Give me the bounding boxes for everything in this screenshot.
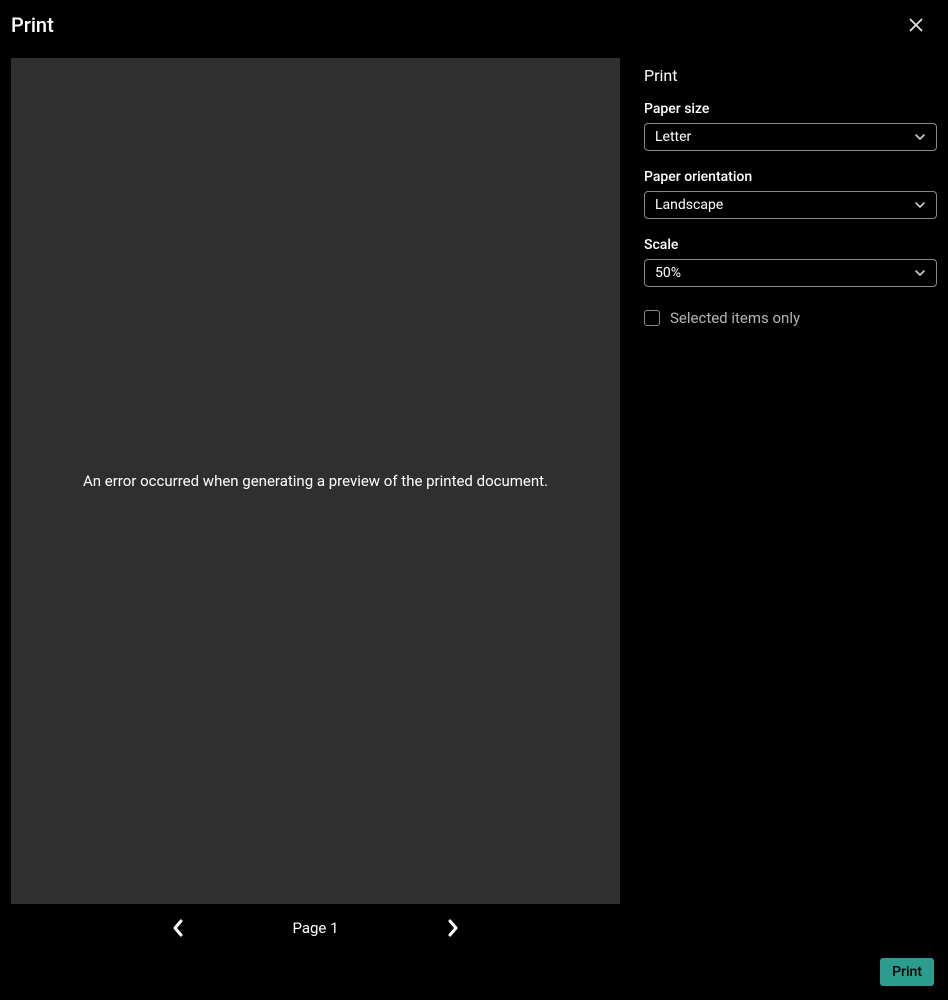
print-button[interactable]: Print [880,958,934,986]
dialog-title: Print [11,13,54,37]
selected-items-only-label: Selected items only [670,309,800,327]
paper-orientation-select[interactable]: Landscape [644,191,937,219]
settings-title: Print [644,66,937,85]
close-button[interactable] [902,11,930,39]
prev-page-button[interactable] [164,914,192,942]
next-page-button[interactable] [439,914,467,942]
chevron-left-icon [171,918,185,938]
paper-size-select[interactable]: Letter [644,123,937,151]
close-icon [908,17,924,33]
paper-orientation-value: Landscape [655,197,723,213]
dialog-footer: Print [0,958,948,1000]
paper-orientation-label: Paper orientation [644,169,937,185]
preview-area: An error occurred when generating a prev… [11,58,620,904]
scale-select[interactable]: 50% [644,259,937,287]
scale-label: Scale [644,237,937,253]
pager: Page 1 [11,908,620,948]
page-indicator: Page 1 [292,919,338,937]
checkbox-icon [644,310,660,326]
chevron-right-icon [446,918,460,938]
settings-pane: Print Paper size Letter Paper orientatio… [644,58,937,948]
selected-items-only-checkbox[interactable]: Selected items only [644,309,937,327]
preview-pane: An error occurred when generating a prev… [11,58,620,948]
preview-error-message: An error occurred when generating a prev… [83,472,548,490]
chevron-down-icon [914,131,926,143]
paper-size-value: Letter [655,129,691,145]
chevron-down-icon [914,267,926,279]
paper-size-label: Paper size [644,101,937,117]
chevron-down-icon [914,199,926,211]
scale-value: 50% [655,265,681,281]
dialog-header: Print [0,0,948,50]
